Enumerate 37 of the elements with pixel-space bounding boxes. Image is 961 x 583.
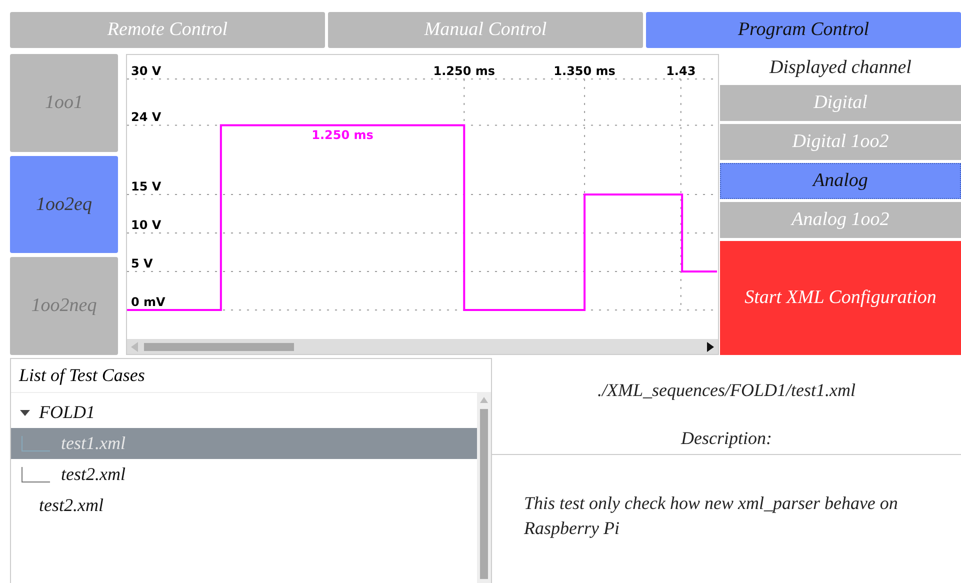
start-button[interactable]: Start XML Configuration [720,241,961,355]
channel-button[interactable]: Digital 1oo2 [720,124,961,160]
file-path: ./XML_sequences/FOLD1/test1.xml [596,378,856,402]
axis-label: 1.350 ms [554,64,616,78]
channel-button[interactable]: Analog 1oo2 [720,202,961,238]
tree-item[interactable]: FOLD1 [11,397,477,428]
channel-button[interactable]: Digital [720,85,961,121]
axis-label: 5 V [131,256,153,270]
mode-button[interactable]: 1oo1 [10,54,118,152]
up-arrow-icon[interactable] [480,397,488,403]
axis-label: 0 mV [131,295,166,309]
tree-item[interactable]: test2.xml [11,490,477,521]
tree-branch-line [21,436,51,452]
right-arrow-icon[interactable] [707,342,714,352]
panel-title: List of Test Cases [11,359,491,393]
axis-label: 1.43 [666,64,696,78]
tab[interactable]: Manual Control [328,12,643,48]
mode-button[interactable]: 1oo2eq [10,156,118,254]
axis-label: 24 V [131,110,162,124]
channel-button[interactable]: Analog [720,163,961,199]
panel-title: Displayed channel [768,56,912,80]
axis-label: 1.250 ms [433,64,496,78]
tree-item[interactable]: test2.xml [11,459,477,490]
tree-branch-line [21,466,51,482]
axis-label: 10 V [131,218,162,232]
mode-button[interactable]: 1oo2neq [10,257,118,356]
measurement-label: 1.250 ms [312,128,374,142]
axis-label: 30 V [131,64,162,78]
left-arrow-icon[interactable] [131,342,138,352]
tab[interactable]: Remote Control [10,12,325,48]
description-label: Description: [680,426,773,450]
horizontal-scrollbar[interactable] [127,339,718,354]
vertical-scrollbar[interactable] [477,393,491,583]
description-text: This test only check how new xml_parser behave on Raspberry Pi [524,492,899,540]
tab[interactable]: Program Control [646,12,961,48]
tree-item[interactable]: test1.xml [11,428,477,459]
axis-label: 15 V [131,180,162,194]
